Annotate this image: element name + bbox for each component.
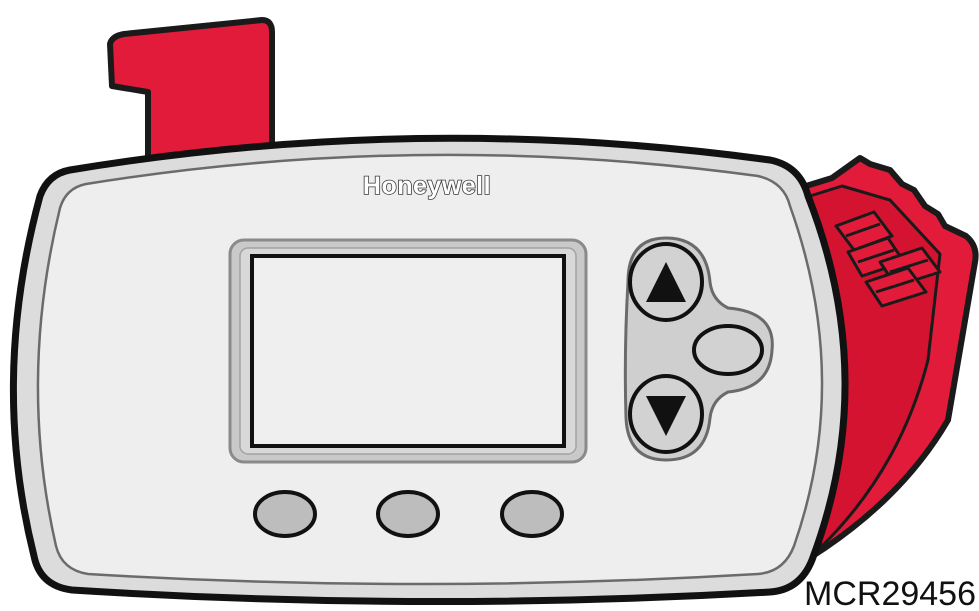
softkey-button-right[interactable]	[500, 490, 564, 538]
lcd-screen	[250, 254, 566, 448]
down-button[interactable]	[628, 374, 704, 454]
figure-code: MCR29456	[804, 575, 976, 611]
thermostat-illustration: Honeywell MCR29456	[9, 17, 979, 611]
softkey-button-center[interactable]	[376, 490, 440, 538]
up-button[interactable]	[628, 242, 704, 322]
softkey-button-left[interactable]	[253, 490, 317, 538]
brand-logo: Honeywell	[363, 172, 491, 200]
select-button[interactable]	[692, 324, 764, 376]
